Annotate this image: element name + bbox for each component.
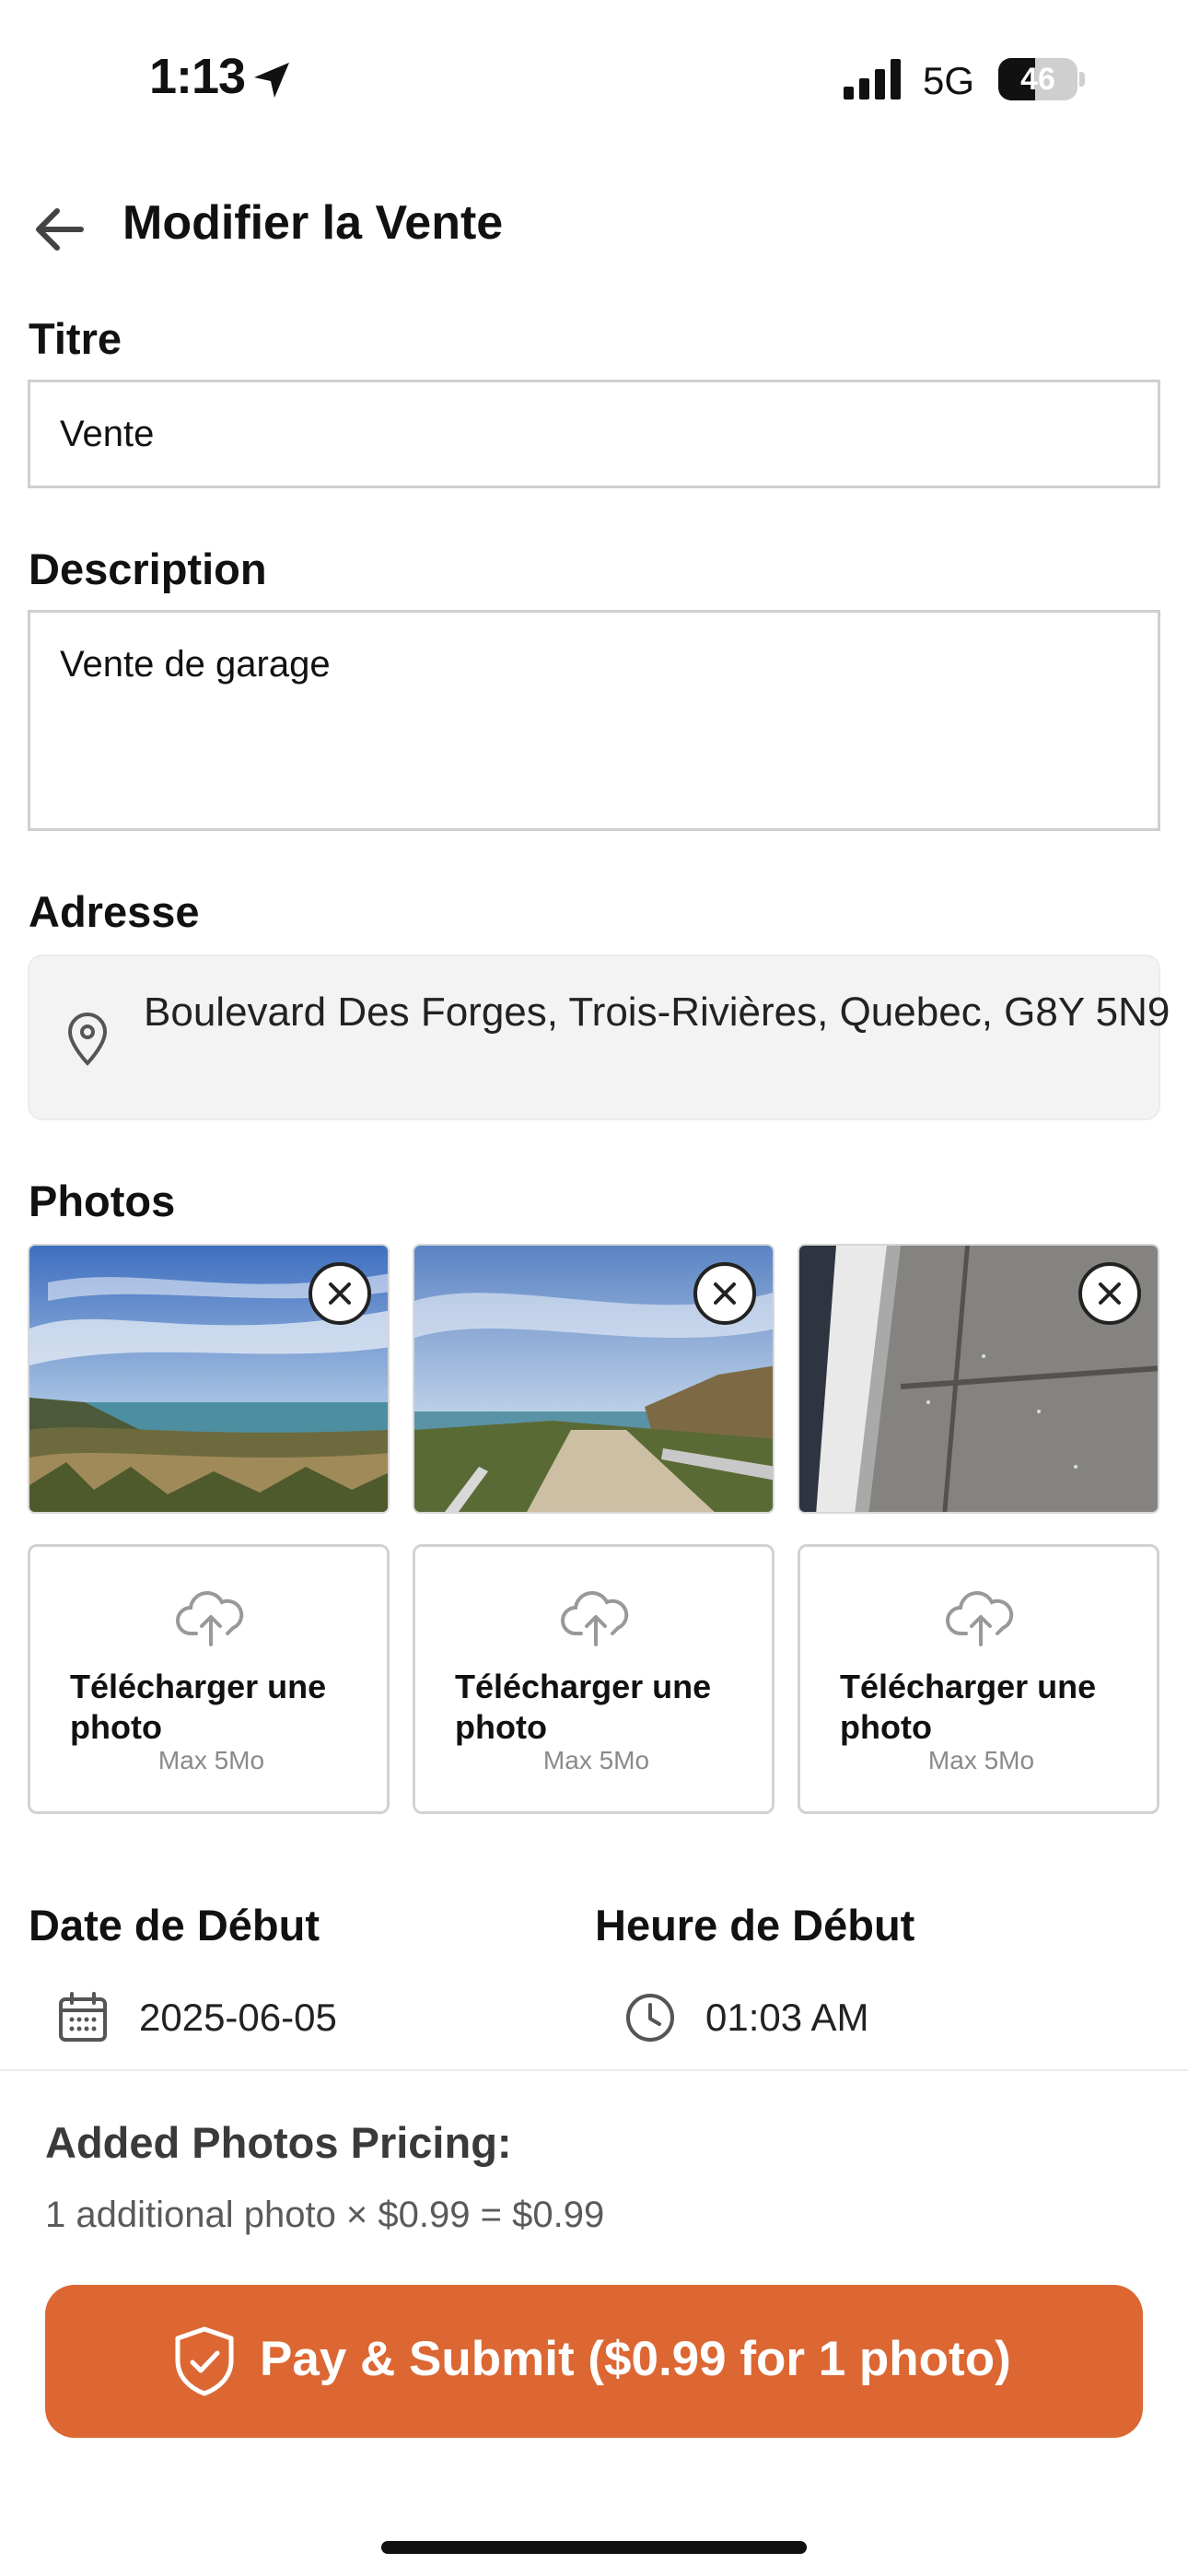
location-arrow-icon: [254, 63, 289, 98]
pricing-title: Added Photos Pricing:: [45, 2118, 512, 2167]
cloud-upload-icon: [946, 1591, 1014, 1646]
start-date-label: Date de Début: [29, 1901, 320, 1950]
photo-thumbnail-3[interactable]: [798, 1244, 1159, 1514]
status-bar: 1:13 5G 46: [0, 0, 1188, 157]
shield-check-icon: [175, 2326, 234, 2396]
start-time-value: 01:03 AM: [705, 1996, 869, 2039]
upload-title: Télécharger une photo: [70, 1668, 327, 1746]
map-pin-icon: [67, 1013, 108, 1066]
remove-photo-1-button[interactable]: [309, 1262, 371, 1325]
upload-title: Télécharger une photo: [840, 1668, 1097, 1746]
upload-photo-slot-1[interactable]: Télécharger une photo Max 5Mo: [28, 1544, 390, 1814]
address-field[interactable]: Boulevard Des Forges, Trois-Rivières, Qu…: [28, 954, 1170, 1120]
title-input[interactable]: Vente: [28, 380, 1160, 488]
battery-percentage: 46: [1020, 62, 1055, 97]
address-value: Boulevard Des Forges, Trois-Rivières, Qu…: [144, 989, 1171, 1035]
upload-photo-slot-2[interactable]: Télécharger une photo Max 5Mo: [413, 1544, 775, 1814]
status-time: 1:13: [149, 49, 246, 104]
page-title: Modifier la Vente: [122, 196, 504, 250]
back-arrow-icon[interactable]: [28, 197, 92, 262]
description-value: Vente de garage: [60, 644, 331, 685]
remove-photo-2-button[interactable]: [693, 1262, 756, 1325]
start-time-label: Heure de Début: [595, 1901, 915, 1950]
start-time-field[interactable]: 01:03 AM: [595, 1981, 1147, 2055]
photo-thumbnail-1[interactable]: [28, 1244, 390, 1514]
start-date-value: 2025-06-05: [139, 1996, 337, 2039]
footer-divider: [0, 2069, 1188, 2071]
close-icon: [714, 1282, 736, 1305]
description-textarea[interactable]: Vente de garage: [28, 610, 1160, 831]
pay-and-submit-button[interactable]: Pay & Submit ($0.99 for 1 photo): [45, 2285, 1143, 2438]
clock-icon: [626, 1994, 674, 2042]
upload-size-limit: Max 5Mo: [927, 1746, 1035, 1774]
home-indicator: [381, 2541, 807, 2554]
signal-icon: [844, 59, 901, 100]
address-label: Adresse: [29, 887, 200, 936]
upload-size-limit: Max 5Mo: [542, 1746, 650, 1774]
calendar-icon: [59, 1992, 107, 2042]
close-icon: [1099, 1282, 1121, 1305]
pay-button-label: Pay & Submit ($0.99 for 1 photo): [260, 2332, 1011, 2386]
description-label: Description: [29, 544, 267, 593]
close-icon: [329, 1282, 351, 1305]
pricing-breakdown: 1 additional photo × $0.99 = $0.99: [45, 2195, 605, 2235]
header: Modifier la Vente: [0, 184, 1188, 267]
upload-size-limit: Max 5Mo: [157, 1746, 265, 1774]
title-label: Titre: [29, 314, 122, 363]
photo-thumbnail-2[interactable]: [413, 1244, 775, 1514]
start-date-field[interactable]: 2025-06-05: [28, 1981, 543, 2055]
title-input-value: Vente: [60, 414, 155, 454]
upload-photo-slot-3[interactable]: Télécharger une photo Max 5Mo: [798, 1544, 1159, 1814]
upload-title: Télécharger une photo: [455, 1668, 712, 1746]
network-type: 5G: [923, 59, 975, 102]
cloud-upload-icon: [561, 1591, 629, 1646]
battery-icon: 46: [998, 58, 1085, 100]
cloud-upload-icon: [176, 1591, 244, 1646]
photos-label: Photos: [29, 1177, 176, 1225]
remove-photo-3-button[interactable]: [1078, 1262, 1141, 1325]
